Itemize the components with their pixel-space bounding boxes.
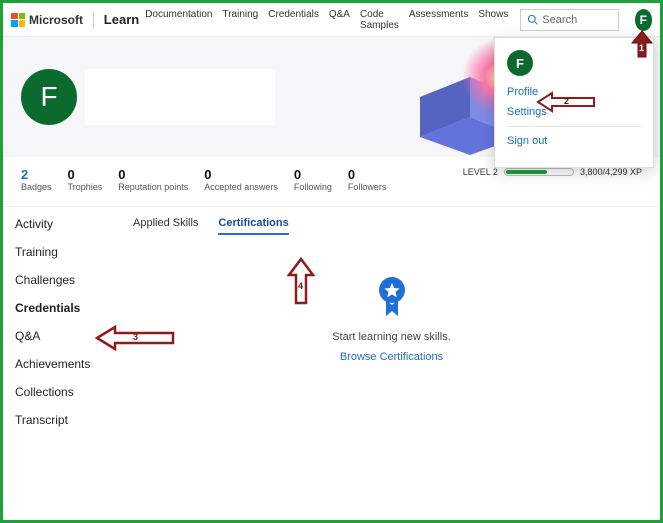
nav-divider: [93, 11, 94, 29]
menu-settings[interactable]: Settings: [507, 106, 641, 118]
microsoft-logo-icon: [11, 13, 25, 27]
side-transcript[interactable]: Transcript: [15, 413, 113, 427]
search-placeholder: Search: [542, 14, 577, 26]
level-xp: 3,800/4,299 XP: [580, 167, 642, 177]
dropdown-avatar: F: [507, 50, 533, 76]
tab-applied-skills[interactable]: Applied Skills: [133, 217, 198, 235]
side-nav: Activity Training Challenges Credentials…: [3, 207, 113, 437]
nav-documentation[interactable]: Documentation: [145, 9, 212, 31]
menu-profile[interactable]: Profile: [507, 86, 641, 98]
stat-badges[interactable]: 2Badges: [21, 167, 52, 192]
empty-state: Start learning new skills. Browse Certif…: [133, 275, 650, 363]
profile-name-placeholder: [85, 69, 275, 125]
side-collections[interactable]: Collections: [15, 385, 113, 399]
microsoft-logo[interactable]: Microsoft: [11, 13, 83, 27]
side-achievements[interactable]: Achievements: [15, 357, 113, 371]
level-progress-bar: [504, 168, 574, 176]
top-nav: Microsoft Learn Documentation Training C…: [3, 3, 660, 37]
nav-shows[interactable]: Shows: [478, 9, 508, 31]
user-menu-dropdown: F Profile Settings Sign out: [494, 37, 654, 168]
side-activity[interactable]: Activity: [15, 217, 113, 231]
ribbon-icon: [375, 275, 409, 319]
menu-signout[interactable]: Sign out: [507, 135, 641, 147]
stat-reputation[interactable]: 0Reputation points: [118, 167, 188, 192]
stat-following[interactable]: 0Following: [294, 167, 332, 192]
profile-avatar: F: [21, 69, 77, 125]
side-credentials[interactable]: Credentials: [15, 301, 113, 315]
sub-tabs: Applied Skills Certifications: [133, 217, 650, 235]
nav-code-samples[interactable]: Code Samples: [360, 9, 399, 31]
stat-followers[interactable]: 0Followers: [348, 167, 387, 192]
stat-trophies[interactable]: 0Trophies: [68, 167, 103, 192]
content-area: Applied Skills Certifications Start lear…: [113, 207, 660, 437]
user-avatar-button[interactable]: F: [635, 9, 652, 31]
nav-assessments[interactable]: Assessments: [409, 9, 468, 31]
tab-certifications[interactable]: Certifications: [218, 217, 288, 235]
side-challenges[interactable]: Challenges: [15, 273, 113, 287]
nav-credentials[interactable]: Credentials: [268, 9, 319, 31]
side-training[interactable]: Training: [15, 245, 113, 259]
product-name[interactable]: Learn: [104, 12, 139, 27]
nav-links: Documentation Training Credentials Q&A C…: [145, 9, 508, 31]
nav-training[interactable]: Training: [222, 9, 258, 31]
search-box[interactable]: Search: [520, 9, 618, 31]
dropdown-divider: [507, 126, 641, 127]
browse-certifications-link[interactable]: Browse Certifications: [133, 351, 650, 363]
nav-qa[interactable]: Q&A: [329, 9, 350, 31]
search-icon: [527, 14, 538, 25]
microsoft-logo-text: Microsoft: [29, 13, 83, 27]
stat-accepted[interactable]: 0Accepted answers: [204, 167, 278, 192]
level-indicator: LEVEL 2 3,800/4,299 XP: [463, 167, 642, 177]
side-qa[interactable]: Q&A: [15, 329, 113, 343]
level-label: LEVEL 2: [463, 167, 498, 177]
empty-text: Start learning new skills.: [133, 331, 650, 343]
